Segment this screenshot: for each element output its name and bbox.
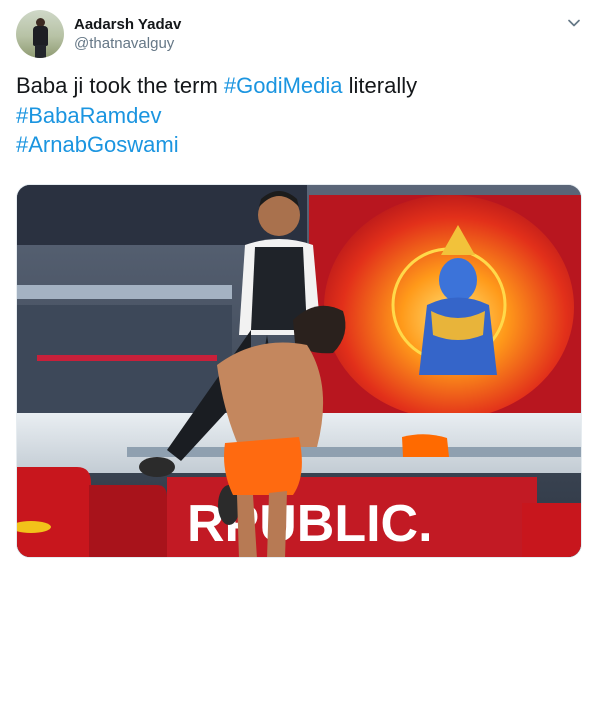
tweet-text-line-1: Baba ji took the term #GodiMedia literal… bbox=[16, 71, 576, 101]
hashtag-link-babaramdev[interactable]: #BabaRamdev bbox=[16, 103, 162, 128]
desk-edge bbox=[127, 447, 581, 457]
tweet-text: Baba ji took the term #GodiMedia literal… bbox=[16, 71, 576, 160]
armchair-left-2 bbox=[89, 485, 167, 557]
user-handle[interactable]: @thatnavalguy bbox=[74, 34, 181, 53]
avatar[interactable] bbox=[16, 10, 64, 58]
orange-cloth bbox=[402, 434, 449, 457]
tweet-media-photo[interactable]: RPUBLIC. bbox=[16, 184, 582, 558]
hashtag-link-arnabgoswami[interactable]: #ArnabGoswami bbox=[16, 132, 179, 157]
tweet-text-line-3: #ArnabGoswami bbox=[16, 130, 576, 160]
tweet-text-suffix: literally bbox=[342, 73, 418, 98]
studio-balcony bbox=[17, 285, 232, 299]
guru-dhoti bbox=[224, 437, 302, 495]
deity-face bbox=[439, 258, 477, 302]
chevron-down-icon[interactable] bbox=[566, 15, 582, 31]
avatar-figure-body bbox=[33, 26, 48, 46]
user-info: Aadarsh Yadav @thatnavalguy bbox=[74, 15, 181, 53]
photo-scene: RPUBLIC. bbox=[17, 185, 581, 557]
hashtag-link-godimedia[interactable]: #GodiMedia bbox=[224, 73, 343, 98]
display-name[interactable]: Aadarsh Yadav bbox=[74, 15, 181, 34]
anchor-shoe-left bbox=[139, 457, 175, 477]
tweet-text-line-2: #BabaRamdev bbox=[16, 101, 576, 131]
tweet-text-prefix: Baba ji took the term bbox=[16, 73, 224, 98]
tweet-card: Aadarsh Yadav @thatnavalguy Baba ji took… bbox=[0, 0, 598, 717]
armchair-right bbox=[522, 503, 581, 557]
avatar-figure-legs bbox=[35, 45, 46, 58]
guru-torso bbox=[217, 342, 324, 447]
studio-red-strip bbox=[37, 355, 217, 361]
guru-leg-right bbox=[267, 491, 287, 557]
armchair-left bbox=[17, 467, 91, 557]
